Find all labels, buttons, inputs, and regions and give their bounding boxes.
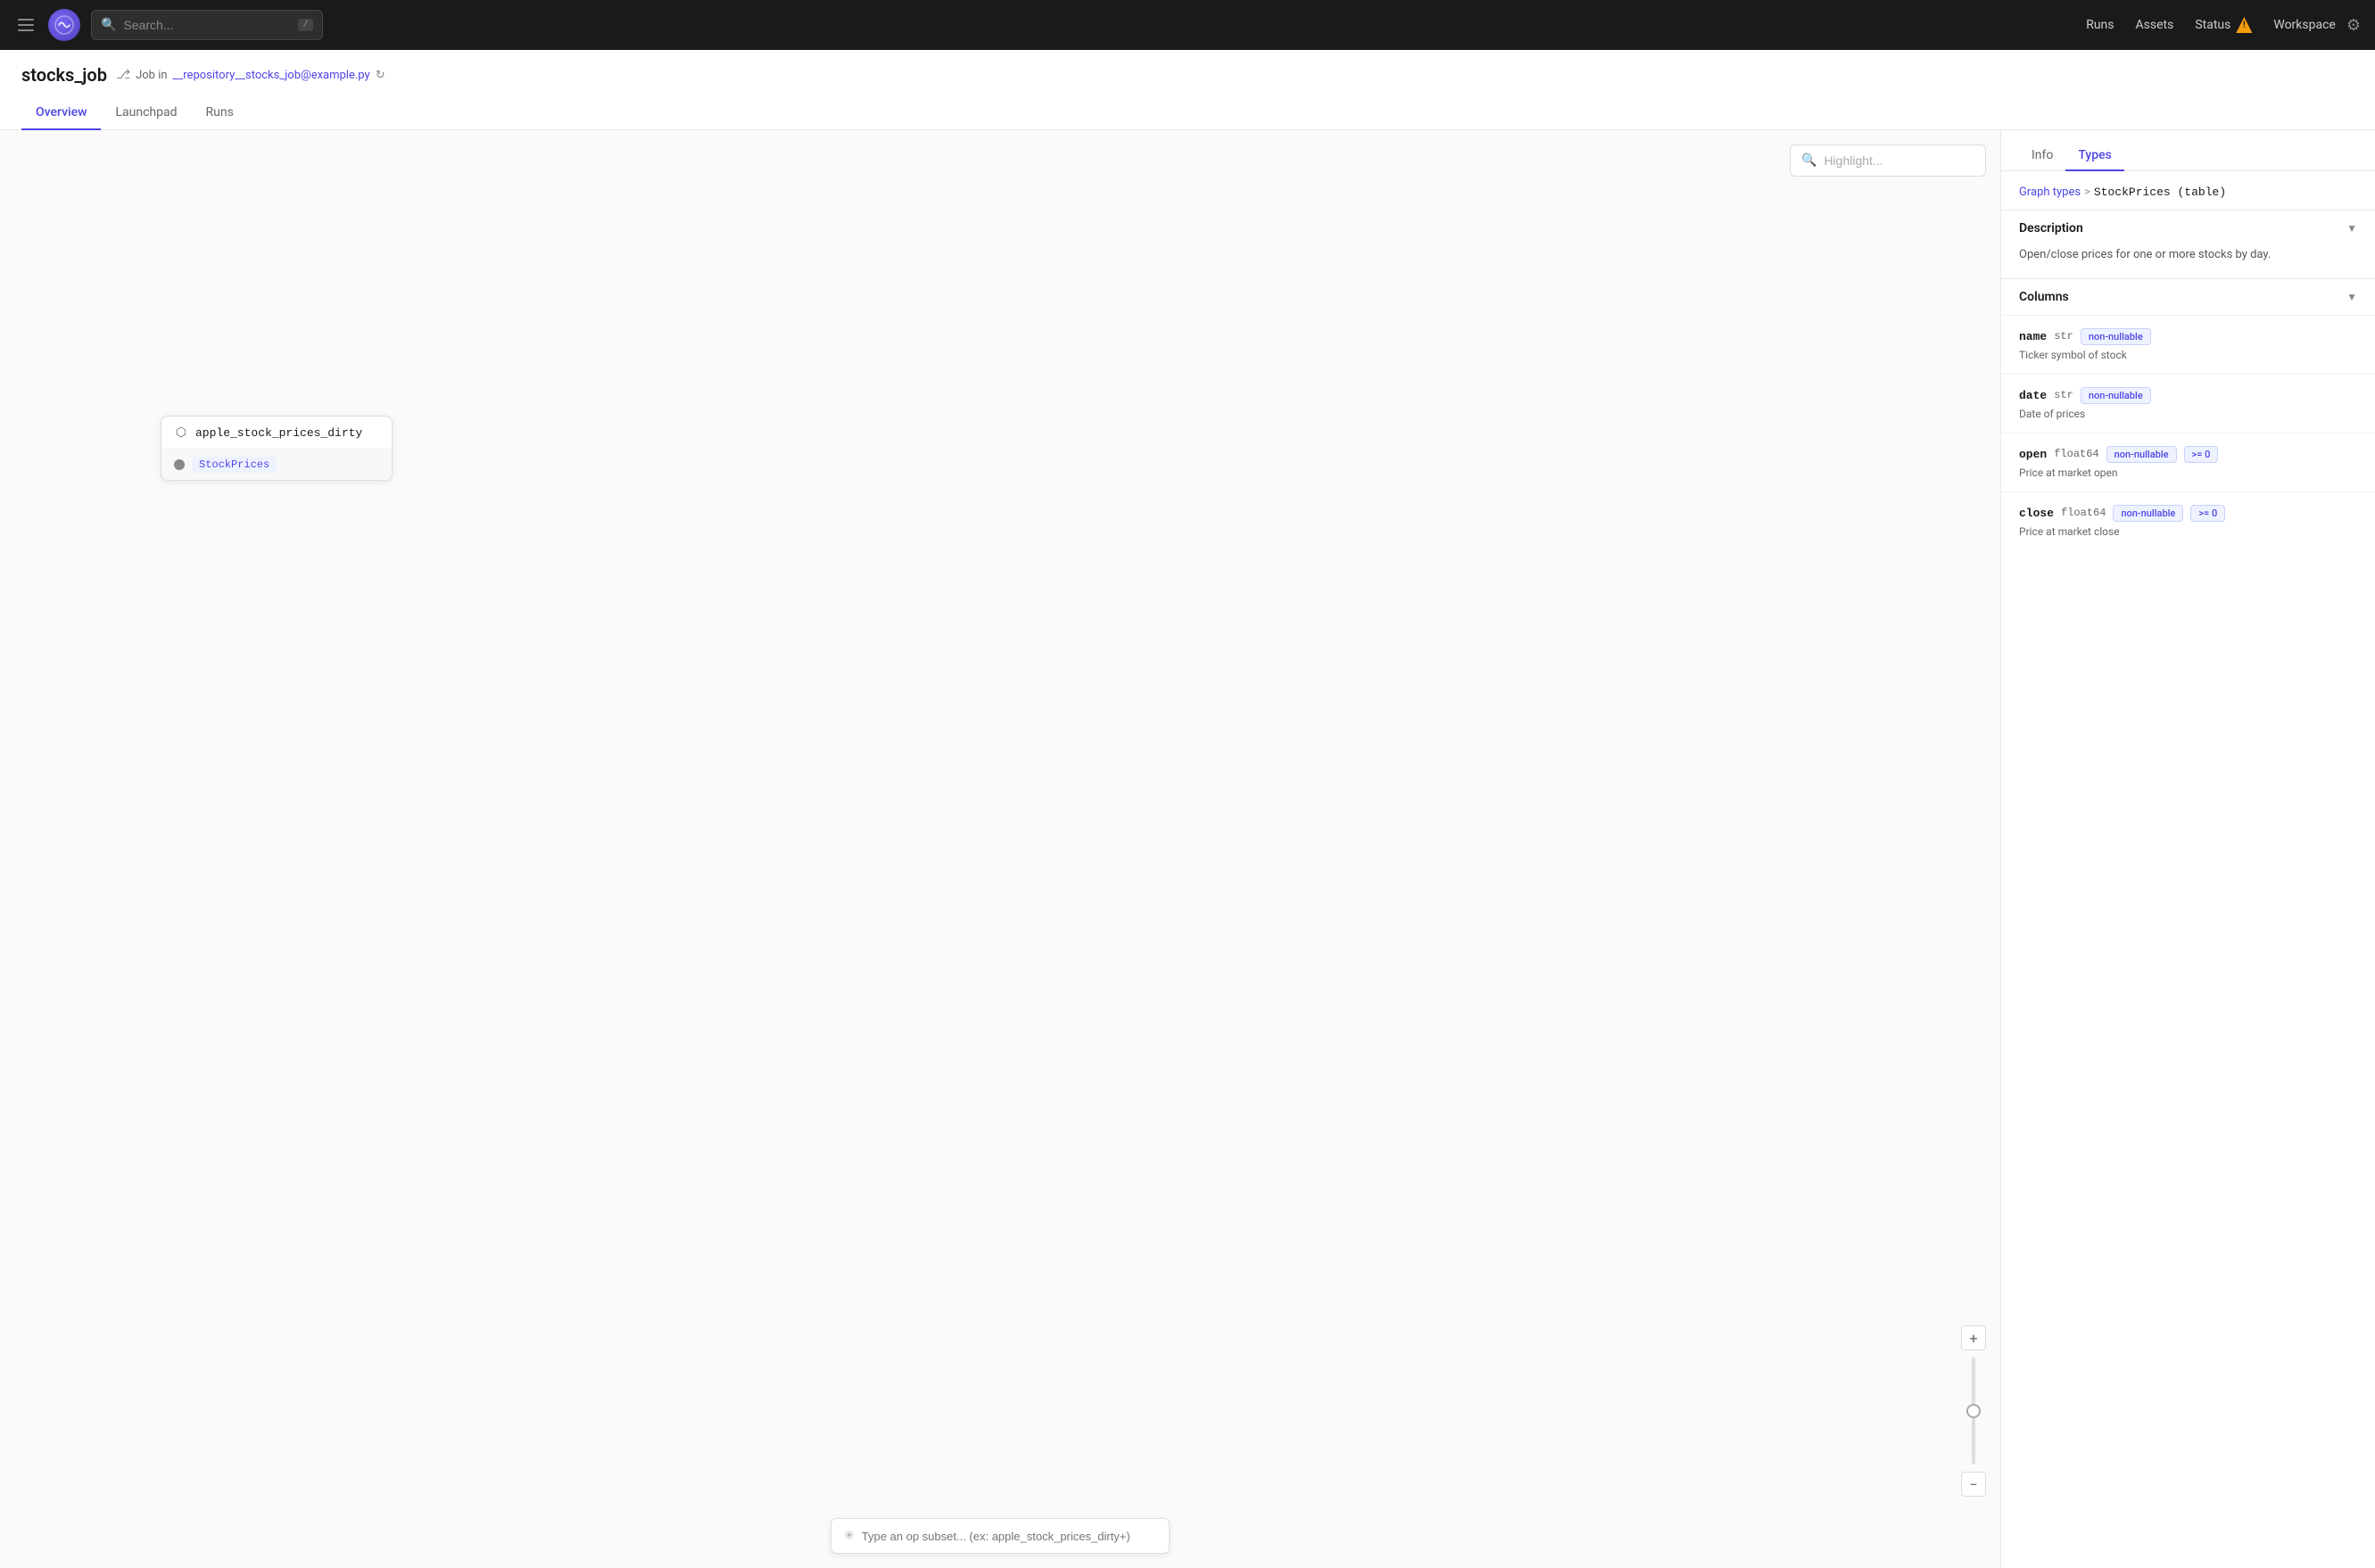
column-name-desc: Ticker symbol of stock [2019,349,2357,361]
graph-node-body: StockPrices [161,450,392,480]
panel-tabs: Info Types [2001,130,2375,171]
column-row-date: date str non-nullable Date of prices [2001,374,2375,433]
op-icon: ⬡ [174,425,188,440]
column-name-type: str [2054,330,2073,342]
column-open-type: float64 [2054,448,2098,460]
topnav-links: Runs Assets Status ! Workspace [2086,17,2336,33]
graph-node-output: StockPrices [174,457,379,473]
description-chevron-icon: ▼ [2346,222,2357,235]
column-close-type: float64 [2061,507,2106,519]
page-tabs: Overview Launchpad Runs [21,96,2354,129]
workspace-link[interactable]: Workspace [2273,18,2336,32]
columns-section-title: Columns [2019,290,2069,304]
graph-node-apple-stock[interactable]: ⬡ apple_stock_prices_dirty StockPrices [161,416,393,481]
column-open-label: open [2019,448,2047,461]
status-warning-icon: ! [2236,17,2252,33]
breadcrumb-current: StockPrices (table) [2094,186,2226,199]
main-layout: 🔍 ⬡ apple_stock_prices_dirty StockPrices [0,130,2375,1568]
column-close-tag-1: >= 0 [2190,505,2225,522]
op-subset-bar: ✳ [831,1518,1170,1554]
column-row-open: open float64 non-nullable >= 0 Price at … [2001,433,2375,491]
column-open-header: open float64 non-nullable >= 0 [2019,446,2357,463]
status-label: Status [2195,18,2230,32]
zoom-slider[interactable] [1972,1358,1975,1465]
column-row-close: close float64 non-nullable >= 0 Price at… [2001,491,2375,550]
graph-area: 🔍 ⬡ apple_stock_prices_dirty StockPrices [0,130,2000,1568]
zoom-out-button[interactable]: − [1961,1472,1986,1497]
panel-content: Graph types > StockPrices (table) Descri… [2001,171,2375,1568]
columns-chevron-icon: ▼ [2346,291,2357,303]
column-name-label: name [2019,330,2047,343]
zoom-slider-thumb[interactable] [1966,1404,1981,1418]
columns-section: Columns ▼ name str non-nullable Ticker s… [2001,278,2375,550]
page-subtitle: ⎇ Job in __repository__stocks_job@exampl… [116,68,385,82]
panel-tab-info[interactable]: Info [2019,141,2065,171]
global-search[interactable]: 🔍 / [91,10,323,40]
output-dot [174,459,185,470]
refresh-icon[interactable]: ↻ [376,69,385,82]
search-icon: 🔍 [101,18,116,32]
column-date-desc: Date of prices [2019,408,2357,420]
column-close-header: close float64 non-nullable >= 0 [2019,505,2357,522]
column-date-tag-0: non-nullable [2081,387,2151,404]
column-name-tag-0: non-nullable [2081,328,2151,345]
page-header: stocks_job ⎇ Job in __repository__stocks… [0,50,2375,130]
assets-link[interactable]: Assets [2136,18,2174,32]
tab-runs[interactable]: Runs [192,96,248,130]
column-close-tag-0: non-nullable [2113,505,2183,522]
graph-node-header: ⬡ apple_stock_prices_dirty [161,417,392,450]
tab-overview[interactable]: Overview [21,96,101,130]
search-shortcut: / [298,19,313,31]
search-input[interactable] [123,18,291,32]
graph-canvas: ⬡ apple_stock_prices_dirty StockPrices [0,130,2000,1568]
page-title: stocks_job [21,64,107,86]
branch-icon: ⎇ [116,68,130,82]
columns-section-header[interactable]: Columns ▼ [2001,279,2375,315]
app-logo [48,9,80,41]
output-type-label[interactable]: StockPrices [192,457,277,473]
op-subset-icon: ✳ [844,1529,855,1543]
column-open-tag-1: >= 0 [2184,446,2219,463]
status-link[interactable]: Status ! [2195,17,2252,33]
runs-link[interactable]: Runs [2086,18,2114,32]
column-date-header: date str non-nullable [2019,387,2357,404]
tab-launchpad[interactable]: Launchpad [101,96,191,130]
breadcrumb-separator: > [2084,186,2090,199]
menu-icon[interactable] [14,15,37,35]
breadcrumb-parent[interactable]: Graph types [2019,186,2081,199]
panel-breadcrumb: Graph types > StockPrices (table) [2001,171,2375,210]
zoom-in-button[interactable]: + [1961,1325,1986,1350]
repository-link[interactable]: __repository__stocks_job@example.py [173,69,370,82]
settings-icon[interactable]: ⚙ [2346,16,2361,35]
op-name: apple_stock_prices_dirty [195,426,362,440]
column-close-desc: Price at market close [2019,525,2357,538]
subtitle-text: Job in [136,69,167,82]
column-open-desc: Price at market open [2019,466,2357,479]
description-section-header[interactable]: Description ▼ [2001,210,2375,246]
column-date-type: str [2054,389,2073,401]
column-date-label: date [2019,389,2047,402]
description-text: Open/close prices for one or more stocks… [2019,246,2357,264]
op-subset-input[interactable] [862,1530,1156,1543]
column-row-name: name str non-nullable Ticker symbol of s… [2001,315,2375,374]
description-section-title: Description [2019,221,2083,235]
column-open-tag-0: non-nullable [2106,446,2177,463]
column-name-header: name str non-nullable [2019,328,2357,345]
panel-tab-types[interactable]: Types [2065,141,2123,171]
right-panel: Info Types Graph types > StockPrices (ta… [2000,130,2375,1568]
topnav: 🔍 / Runs Assets Status ! Workspace ⚙ [0,0,2375,50]
description-section-body: Open/close prices for one or more stocks… [2001,246,2375,278]
column-close-label: close [2019,507,2054,520]
description-section: Description ▼ Open/close prices for one … [2001,210,2375,278]
zoom-controls: + − [1961,1325,1986,1497]
